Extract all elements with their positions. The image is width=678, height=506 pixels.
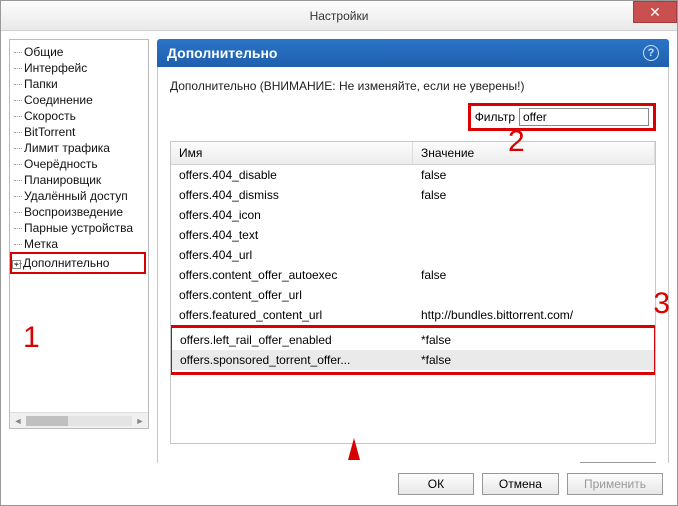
col-value[interactable]: Значение [413, 142, 655, 164]
dialog-footer: ОК Отмена Применить [1, 463, 677, 505]
ok-button[interactable]: ОК [398, 473, 474, 495]
advanced-panel: Дополнительно ? Дополнительно (ВНИМАНИЕ:… [157, 39, 669, 497]
filter-box: Фильтр [468, 103, 656, 131]
expand-icon[interactable]: + [12, 260, 21, 269]
settings-window: Настройки ✕ Общие Интерфейс Папки Соедин… [0, 0, 678, 506]
scroll-right-icon[interactable]: ► [132, 416, 148, 426]
table-row[interactable]: offers.404_disablefalse [171, 165, 655, 185]
table-row[interactable]: offers.404_dismissfalse [171, 185, 655, 205]
table-row[interactable]: offers.404_url [171, 245, 655, 265]
tree-item[interactable]: Папки [12, 76, 148, 92]
tree-scrollbar[interactable]: ◄ ► [10, 412, 148, 428]
category-tree[interactable]: Общие Интерфейс Папки Соединение Скорост… [9, 39, 149, 429]
tree-item[interactable]: Соединение [12, 92, 148, 108]
window-title: Настройки [310, 9, 369, 23]
tree-item[interactable]: BitTorrent [12, 124, 148, 140]
panel-header: Дополнительно ? [157, 39, 669, 67]
filter-input[interactable] [519, 108, 649, 126]
tree-item[interactable]: Удалённый доступ [12, 188, 148, 204]
col-name[interactable]: Имя [171, 142, 413, 164]
highlighted-rows: offers.left_rail_offer_enabled*false off… [170, 325, 656, 375]
table-row[interactable]: offers.left_rail_offer_enabled*false [172, 330, 654, 350]
arrow-icon [348, 438, 360, 460]
tree-item-advanced[interactable]: +Дополнительно [10, 252, 146, 274]
table-row[interactable]: offers.404_text [171, 225, 655, 245]
table-header: Имя Значение [171, 142, 655, 165]
table-row[interactable]: offers.content_offer_url [171, 285, 655, 305]
table-row[interactable]: offers.content_offer_autoexecfalse [171, 265, 655, 285]
help-icon[interactable]: ? [643, 45, 659, 61]
table-row[interactable]: offers.sponsored_torrent_offer...*false [172, 350, 654, 370]
tree-item[interactable]: Интерфейс [12, 60, 148, 76]
tree-item[interactable]: Парные устройства [12, 220, 148, 236]
tree-item[interactable]: Общие [12, 44, 148, 60]
tree-item[interactable]: Метка [12, 236, 148, 252]
tree-item[interactable]: Планировщик [12, 172, 148, 188]
tree-item[interactable]: Очерёдность [12, 156, 148, 172]
table-row[interactable]: offers.404_icon [171, 205, 655, 225]
apply-button[interactable]: Применить [567, 473, 663, 495]
scroll-left-icon[interactable]: ◄ [10, 416, 26, 426]
tree-item[interactable]: Лимит трафика [12, 140, 148, 156]
tree-item[interactable]: Скорость [12, 108, 148, 124]
warning-text: Дополнительно (ВНИМАНИЕ: Не изменяйте, е… [170, 79, 656, 93]
panel-title: Дополнительно [167, 45, 277, 61]
table-row[interactable]: offers.featured_content_urlhttp://bundle… [171, 305, 655, 325]
close-button[interactable]: ✕ [633, 1, 677, 23]
titlebar: Настройки ✕ [1, 1, 677, 31]
tree-item[interactable]: Воспроизведение [12, 204, 148, 220]
filter-label: Фильтр [475, 110, 515, 124]
cancel-button[interactable]: Отмена [482, 473, 559, 495]
settings-table: Имя Значение offers.404_disablefalse off… [170, 141, 656, 444]
